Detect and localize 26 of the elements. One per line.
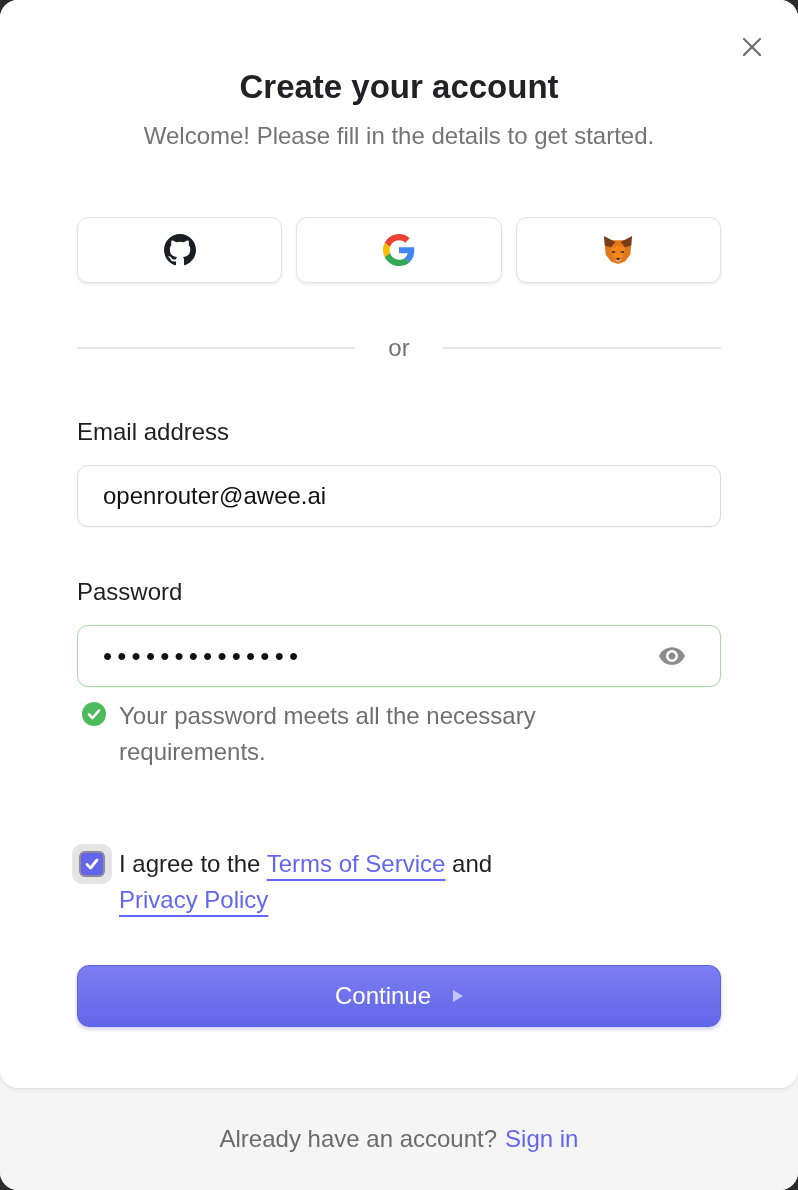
password-field[interactable]: •••••••••••••• [77,625,721,687]
check-circle-icon [82,702,106,726]
footer-text: Already have an account? [219,1125,498,1153]
close-icon [742,37,762,57]
github-icon [163,234,196,266]
fox-icon [602,235,635,265]
policy-link[interactable]: Privacy Policy [119,886,269,913]
checkbox[interactable] [72,844,112,884]
policy-link[interactable]: Terms of Service [266,850,446,877]
divider-label: or [388,336,410,360]
eye-icon [659,647,685,665]
continue-button[interactable]: Continue [77,965,721,1027]
field-label: Password [77,578,184,606]
consent-text: I agree to the Terms of Service and Privacy Policy [119,849,494,915]
google-icon [383,234,415,266]
close-button[interactable] [742,37,762,57]
dialog-subtitle: Welcome! Please fill in the details to get started. [142,121,656,151]
social-login-button[interactable] [77,217,283,283]
checkmark-icon [85,858,99,870]
sign-in-link[interactable]: Sign in [505,1125,579,1153]
field-label: Email address [77,418,231,446]
caret-icon [453,990,464,1002]
email-field[interactable]: openrouter@awee.ai [77,465,721,527]
show-password-button[interactable] [659,647,685,665]
dialog-title: Create your account [238,69,560,105]
password-hint: Your password meets all the necessary requirements. [119,701,537,767]
